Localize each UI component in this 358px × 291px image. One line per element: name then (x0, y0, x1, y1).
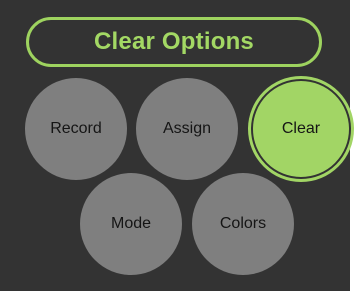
assign-button[interactable]: Assign (136, 78, 238, 180)
colors-button[interactable]: Colors (192, 173, 294, 275)
clear-button[interactable]: Clear (251, 79, 351, 179)
panel-title: Clear Options (26, 17, 322, 67)
record-button[interactable]: Record (25, 78, 127, 180)
clear-options-panel: Clear Options Record Assign Clear Mode C… (0, 0, 351, 291)
mode-button[interactable]: Mode (80, 173, 182, 275)
